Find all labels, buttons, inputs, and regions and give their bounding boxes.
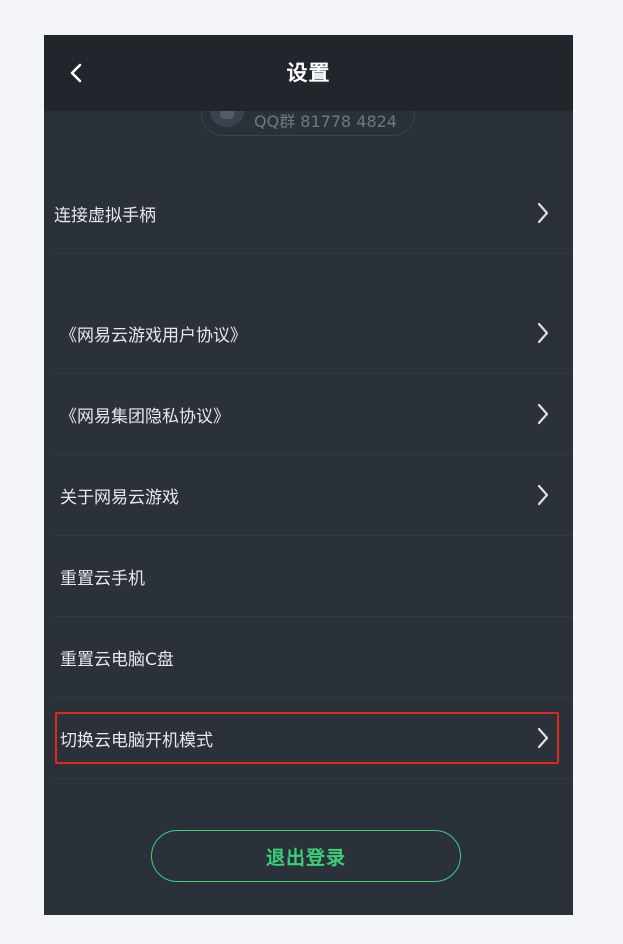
chevron-right-icon xyxy=(537,727,549,749)
menu-item-privacy-policy[interactable]: 《网易集团隐私协议》 xyxy=(44,374,573,454)
qq-group-text: QQ群 81778 4824 xyxy=(254,112,397,131)
chevron-right-icon xyxy=(537,403,549,425)
page-title: 设置 xyxy=(286,61,331,85)
chevron-right-icon xyxy=(537,202,549,224)
menu-item-reset-cloud-pc-c-drive[interactable]: 重置云电脑C盘 xyxy=(44,617,573,697)
menu-item-label: 切换云电脑开机模式 xyxy=(60,730,213,751)
menu-item-user-agreement[interactable]: 《网易云游戏用户协议》 xyxy=(44,293,573,373)
menu-item-label: 连接虚拟手柄 xyxy=(54,205,156,226)
divider xyxy=(54,253,573,254)
menu-item-reset-cloud-phone[interactable]: 重置云手机 xyxy=(44,536,573,616)
menu-item-label: 《网易云游戏用户协议》 xyxy=(60,325,247,346)
chevron-right-icon xyxy=(537,322,549,344)
header-bar: 设置 xyxy=(44,35,573,111)
settings-screen: QQ群 81778 4824 设置 连接虚拟手柄 《网易云游戏用户协议》 《网易… xyxy=(44,35,573,915)
menu-item-virtual-gamepad[interactable]: 连接虚拟手柄 xyxy=(44,173,573,253)
menu-item-about[interactable]: 关于网易云游戏 xyxy=(44,455,573,535)
chevron-right-icon xyxy=(537,484,549,506)
menu-item-label: 重置云手机 xyxy=(60,568,145,589)
logout-button[interactable]: 退出登录 xyxy=(151,830,461,882)
divider xyxy=(54,778,573,779)
menu-item-label: 《网易集团隐私协议》 xyxy=(60,406,230,427)
menu-item-label: 关于网易云游戏 xyxy=(60,487,179,508)
menu-item-label: 重置云电脑C盘 xyxy=(60,649,174,670)
menu-item-switch-boot-mode[interactable]: 切换云电脑开机模式 xyxy=(44,698,573,778)
